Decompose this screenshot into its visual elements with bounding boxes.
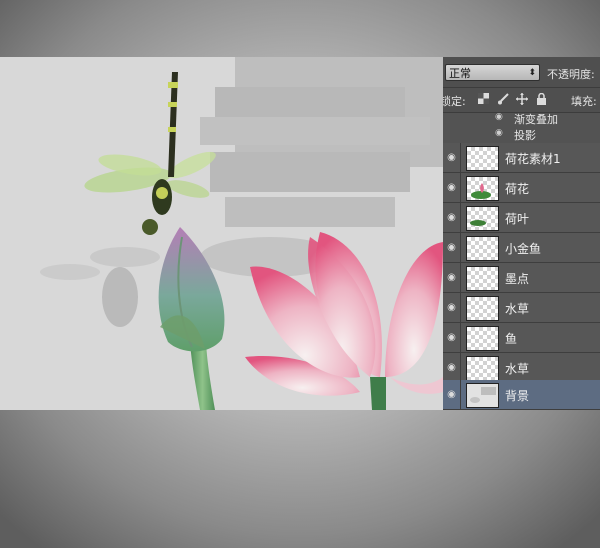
layer-row[interactable]: ◉ 墨点 bbox=[443, 263, 600, 293]
layer-name: 水草 bbox=[505, 362, 530, 376]
eye-icon[interactable]: ◉ bbox=[443, 203, 461, 232]
layer-thumbnail bbox=[466, 326, 499, 351]
blend-mode-value: 正常 bbox=[449, 67, 471, 80]
layer-options-row: 正常 ⬍ 不透明度: bbox=[443, 57, 600, 88]
fill-label: 填充: bbox=[571, 95, 597, 108]
layer-row-selected[interactable]: ◉ 背景 bbox=[443, 380, 600, 410]
layer-row[interactable]: ◉ 水草 bbox=[443, 293, 600, 323]
effect-drop-shadow[interactable]: ◉ 投影 bbox=[443, 126, 600, 142]
layer-name: 荷花素材1 bbox=[505, 152, 561, 166]
layer-name: 荷花 bbox=[505, 182, 530, 196]
layer-thumbnail bbox=[466, 146, 499, 171]
eye-icon[interactable]: ◉ bbox=[443, 293, 461, 322]
layer-row[interactable]: ◉ 鱼 bbox=[443, 323, 600, 353]
eye-icon[interactable]: ◉ bbox=[443, 173, 461, 202]
layer-thumbnail bbox=[466, 176, 499, 201]
dragonfly bbox=[84, 72, 216, 235]
layer-thumbnail bbox=[466, 296, 499, 321]
effect-gradient-overlay[interactable]: ◉ 渐变叠加 bbox=[443, 110, 600, 126]
eye-icon[interactable]: ◉ bbox=[443, 353, 461, 382]
layer-name: 墨点 bbox=[505, 272, 530, 286]
chevron-down-icon: ⬍ bbox=[528, 68, 536, 78]
layer-thumbnail bbox=[466, 356, 499, 381]
blend-mode-select[interactable]: 正常 ⬍ bbox=[445, 64, 540, 81]
transparency-lock-icon[interactable] bbox=[477, 93, 490, 106]
layer-name: 小金鱼 bbox=[505, 242, 542, 256]
lotus-stem bbox=[370, 377, 386, 410]
layer-row[interactable]: ◉ 荷花 bbox=[443, 173, 600, 203]
padlock-icon[interactable] bbox=[535, 92, 548, 106]
layer-thumbnail bbox=[466, 236, 499, 261]
layer-thumbnail bbox=[466, 266, 499, 291]
layer-name: 荷叶 bbox=[505, 212, 530, 226]
layer-row[interactable]: ◉ 水草 bbox=[443, 353, 600, 383]
layer-name: 水草 bbox=[505, 302, 530, 316]
move-icon[interactable] bbox=[515, 93, 528, 106]
canvas-artwork bbox=[40, 57, 443, 410]
effect-label: 投影 bbox=[514, 129, 536, 142]
opacity-label: 不透明度: bbox=[547, 68, 595, 81]
eye-icon[interactable]: ◉ bbox=[443, 233, 461, 262]
lock-label: 锁定: bbox=[443, 95, 466, 108]
eye-icon[interactable]: ◉ bbox=[443, 323, 461, 352]
layer-thumbnail bbox=[466, 206, 499, 231]
document-canvas[interactable] bbox=[0, 57, 443, 410]
eye-icon[interactable]: ◉ bbox=[443, 143, 461, 172]
eye-icon[interactable]: ◉ bbox=[495, 112, 503, 122]
layer-row[interactable]: ◉ 小金鱼 bbox=[443, 233, 600, 263]
layer-row[interactable]: ◉ 荷叶 bbox=[443, 203, 600, 233]
layers-panel: 正常 ⬍ 不透明度: 锁定: 填充: ◉ 渐变叠加 ◉ 投影 ◉ 荷花素材1 ◉ bbox=[443, 57, 600, 410]
eye-icon[interactable]: ◉ bbox=[443, 380, 461, 409]
brush-icon[interactable] bbox=[496, 93, 509, 106]
eye-icon[interactable]: ◉ bbox=[443, 263, 461, 292]
bud-stem bbox=[190, 342, 215, 410]
layer-name: 鱼 bbox=[505, 332, 518, 346]
layer-row[interactable]: ◉ 荷花素材1 bbox=[443, 143, 600, 173]
layer-name: 背景 bbox=[505, 389, 530, 403]
effect-label: 渐变叠加 bbox=[514, 113, 558, 126]
layer-thumbnail bbox=[466, 383, 499, 408]
eye-icon[interactable]: ◉ bbox=[495, 128, 503, 138]
